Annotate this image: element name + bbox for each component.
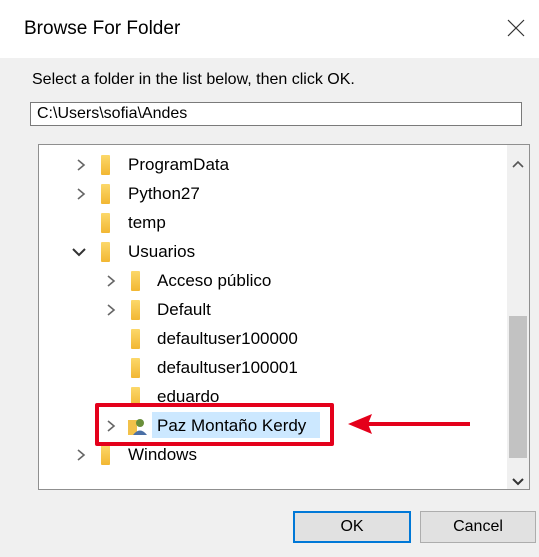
- dialog-title: Browse For Folder: [24, 18, 181, 39]
- folder-icon: [101, 183, 110, 204]
- close-button[interactable]: [493, 0, 539, 56]
- folder-icon: [101, 241, 110, 262]
- tree-item-label: defaultuser100000: [157, 328, 298, 348]
- folder-icon: [101, 444, 110, 465]
- tree-item-python27[interactable]: Python27: [39, 179, 509, 208]
- tree-item-temp[interactable]: temp: [39, 208, 509, 237]
- tree-item-defaultuser100000[interactable]: defaultuser100000: [39, 324, 509, 353]
- tree-item-label: ProgramData: [128, 154, 230, 174]
- folder-icon: [131, 328, 140, 349]
- tree-item-usuarios[interactable]: Usuarios: [39, 237, 509, 266]
- scroll-down-icon[interactable]: [512, 473, 524, 489]
- tree-item-label: Default: [157, 299, 211, 319]
- chevron-right-icon[interactable]: [104, 303, 118, 317]
- ok-button[interactable]: OK: [293, 511, 411, 543]
- tree-item-label: Acceso público: [157, 270, 272, 290]
- cancel-button[interactable]: Cancel: [420, 511, 536, 543]
- folder-icon: [101, 154, 110, 175]
- close-icon: [507, 19, 525, 37]
- vertical-scrollbar[interactable]: [507, 145, 529, 489]
- tree-item-defaultuser100001[interactable]: defaultuser100001: [39, 353, 509, 382]
- instruction-text: Select a folder in the list below, then …: [32, 71, 355, 88]
- tree-item-label: temp: [128, 212, 166, 232]
- folder-icon: [101, 212, 110, 233]
- title-bar: Browse For Folder: [0, 0, 539, 58]
- browse-for-folder-dialog: Browse For Folder Select a folder in the…: [0, 0, 539, 557]
- tree-item-default[interactable]: Default: [39, 295, 509, 324]
- tree-item-acceso-publico[interactable]: Acceso público: [39, 266, 509, 295]
- scrollbar-thumb[interactable]: [509, 316, 527, 458]
- annotation-highlight-box: [95, 403, 334, 446]
- chevron-right-icon[interactable]: [74, 187, 88, 201]
- chevron-right-icon[interactable]: [74, 448, 88, 462]
- folder-icon: [131, 270, 140, 291]
- folder-icon: [131, 357, 140, 378]
- folder-path-field[interactable]: C:\Users\sofia\Andes: [30, 102, 522, 126]
- chevron-down-icon[interactable]: [72, 245, 86, 259]
- chevron-right-icon[interactable]: [74, 158, 88, 172]
- folder-icon: [131, 299, 140, 320]
- tree-item-programdata[interactable]: ProgramData: [39, 150, 509, 179]
- tree-item-label: Python27: [128, 183, 200, 203]
- tree-item-label: Windows: [128, 444, 197, 464]
- annotation-arrow-icon: [348, 414, 470, 434]
- tree-item-label: Usuarios: [128, 241, 196, 261]
- chevron-right-icon[interactable]: [104, 274, 118, 288]
- tree-item-label: defaultuser100001: [157, 357, 298, 377]
- scroll-up-icon[interactable]: [512, 155, 524, 173]
